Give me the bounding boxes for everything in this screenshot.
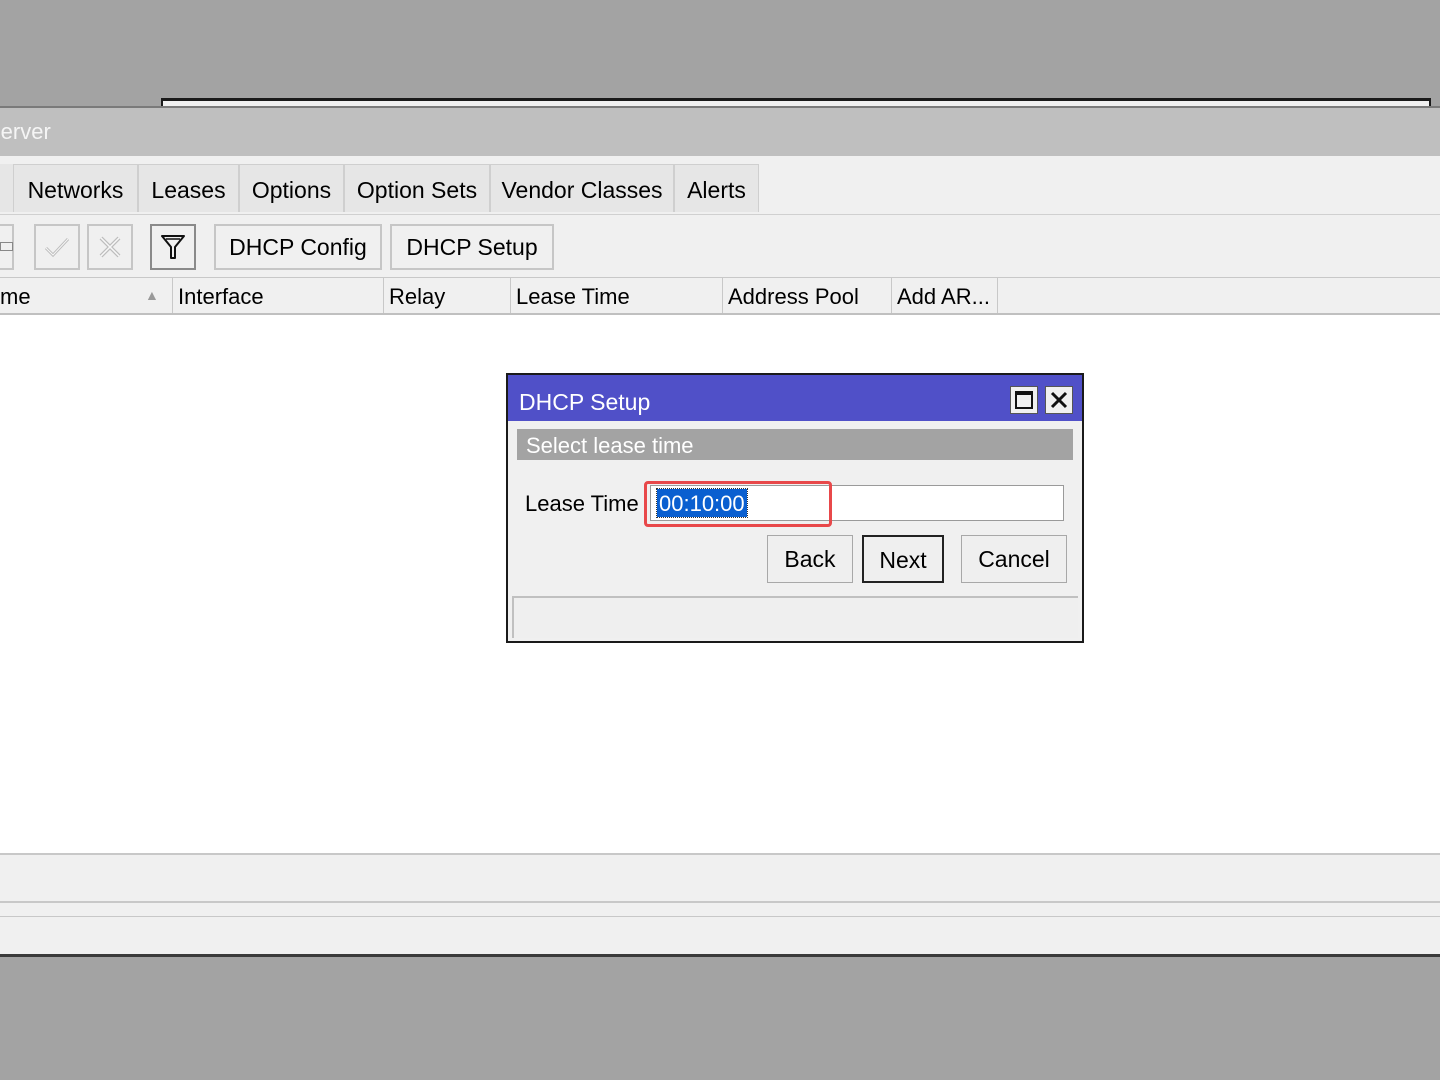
lease-time-label: Lease Time <box>525 491 639 516</box>
tab-networks[interactable]: Networks <box>13 164 138 212</box>
filter-button[interactable] <box>150 224 196 270</box>
remove-button[interactable] <box>0 224 14 270</box>
close-button[interactable] <box>1045 386 1073 414</box>
column-relay[interactable]: Relay <box>384 278 511 313</box>
column-header-row: me ▲ Interface Relay Lease Time Address … <box>0 278 1440 315</box>
dhcp-setup-button[interactable]: DHCP Setup <box>390 224 554 270</box>
column-name-label: me <box>0 284 31 309</box>
remove-icon <box>0 242 13 251</box>
disable-button[interactable] <box>87 224 133 270</box>
column-add-arp[interactable]: Add AR... <box>892 278 998 313</box>
window-bottom-bar <box>0 916 1440 947</box>
enable-icon <box>44 237 70 258</box>
tab-option-sets[interactable]: Option Sets <box>344 164 490 212</box>
tab-dhcp-partial[interactable] <box>0 164 14 212</box>
dialog-title: DHCP Setup <box>519 389 651 415</box>
maximize-icon <box>1015 391 1033 409</box>
sort-ascending-icon: ▲ <box>145 287 159 303</box>
maximize-button[interactable] <box>1010 386 1038 414</box>
column-address-pool[interactable]: Address Pool <box>723 278 892 313</box>
tab-bar: Networks Leases Options Option Sets Vend… <box>0 156 1440 215</box>
step-header: Select lease time <box>517 429 1073 460</box>
column-lease-time[interactable]: Lease Time <box>511 278 723 313</box>
window-titlebar[interactable]: Server <box>0 108 1440 156</box>
dhcp-setup-dialog: DHCP Setup Select lease time Lease Time … <box>506 373 1084 643</box>
step-title: Select lease time <box>526 433 694 458</box>
dialog-titlebar[interactable]: DHCP Setup <box>508 375 1082 421</box>
cancel-button[interactable]: Cancel <box>961 535 1067 583</box>
dhcp-config-button[interactable]: DHCP Config <box>214 224 382 270</box>
next-button[interactable]: Next <box>862 535 944 583</box>
tab-options[interactable]: Options <box>239 164 344 212</box>
tab-vendor-classes[interactable]: Vendor Classes <box>490 164 674 212</box>
tab-alerts[interactable]: Alerts <box>674 164 759 212</box>
enable-button[interactable] <box>34 224 80 270</box>
status-bar <box>0 853 1440 903</box>
disable-icon <box>99 236 121 258</box>
input-highlight-box <box>644 481 832 527</box>
back-button[interactable]: Back <box>767 535 853 583</box>
window-title: Server <box>0 119 51 144</box>
filter-icon <box>161 235 185 259</box>
column-name[interactable]: me ▲ <box>0 278 173 313</box>
dialog-status-bar <box>512 596 1078 638</box>
tab-leases[interactable]: Leases <box>138 164 239 212</box>
column-interface[interactable]: Interface <box>173 278 384 313</box>
toolbar: DHCP Config DHCP Setup <box>0 215 1440 278</box>
close-icon <box>1050 391 1068 409</box>
